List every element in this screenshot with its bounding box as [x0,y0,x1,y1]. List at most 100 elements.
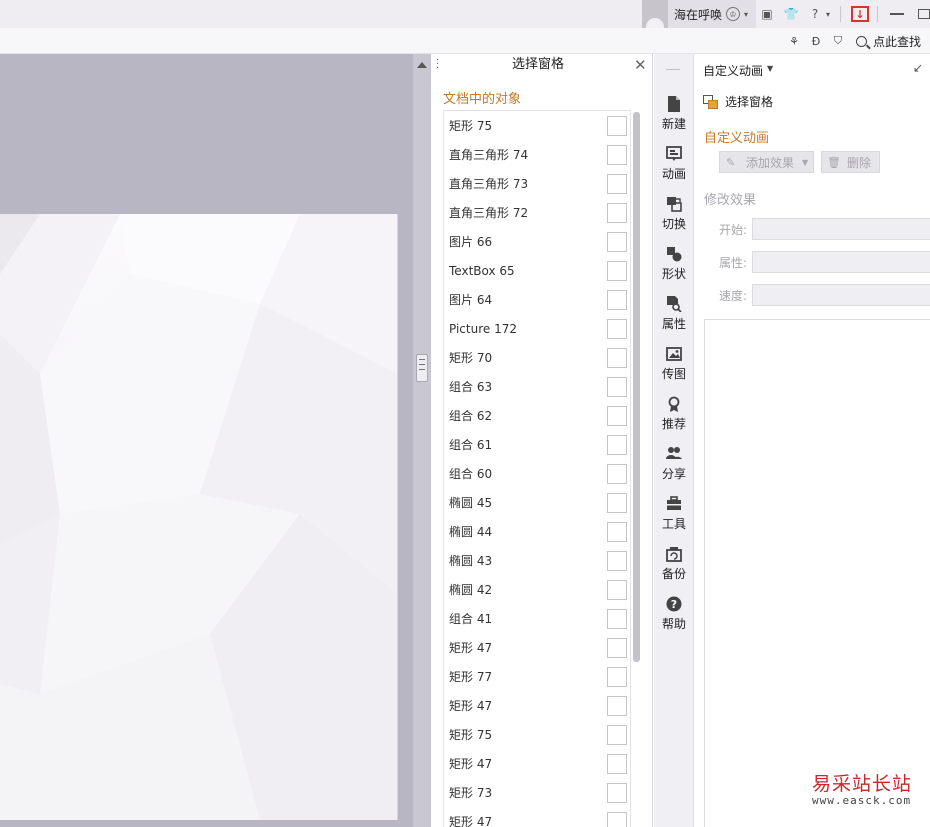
object-name[interactable]: 组合 63 [449,378,492,395]
speed-select[interactable] [752,284,930,306]
skin-shirt-icon[interactable]: 👕 [782,5,800,23]
slide-canvas[interactable] [0,54,413,827]
chevron-down-icon[interactable]: ▾ [742,5,750,23]
add-effect-button[interactable]: ✎ 添加效果 ▼ [719,151,814,173]
selection-pane-button[interactable]: 选择窗格 [703,93,773,110]
visibility-checkbox[interactable] [607,232,627,252]
list-item[interactable]: 椭圆 43 [444,546,630,575]
list-item[interactable]: 图片 64 [444,285,630,314]
visibility-checkbox[interactable] [607,551,627,571]
list-item[interactable]: 矩形 47 [444,691,630,720]
visibility-checkbox[interactable] [607,203,627,223]
list-item[interactable]: 矩形 47 [444,807,630,827]
visibility-checkbox[interactable] [607,783,627,803]
property-select[interactable] [752,251,930,273]
crown-icon[interactable]: ♔ [726,7,741,21]
chevron-down-icon[interactable]: ▼ [767,64,773,73]
list-item[interactable]: 椭圆 42 [444,575,630,604]
visibility-checkbox[interactable] [607,116,627,136]
visibility-checkbox[interactable] [607,290,627,310]
tab-shape[interactable]: 形状 [654,242,694,286]
scroll-up-arrow-icon[interactable] [417,62,427,68]
object-name[interactable]: 矩形 75 [449,117,492,134]
visibility-checkbox[interactable] [607,812,627,827]
list-item[interactable]: 组合 41 [444,604,630,633]
drag-grip-icon[interactable] [666,69,680,70]
pane-title-dropdown[interactable]: 自定义动画 [703,62,763,79]
object-name[interactable]: 组合 41 [449,610,492,627]
list-item[interactable]: 组合 62 [444,401,630,430]
collapse-pane-icon[interactable]: ↙ [913,61,923,75]
format-brush-icon[interactable]: ⚘ [786,35,802,48]
list-item[interactable]: 图片 66 [444,227,630,256]
object-name[interactable]: 组合 62 [449,407,492,424]
list-item[interactable]: 直角三角形 73 [444,169,630,198]
list-item[interactable]: 直角三角形 74 [444,140,630,169]
visibility-checkbox[interactable] [607,377,627,397]
object-name[interactable]: 图片 64 [449,291,492,308]
visibility-checkbox[interactable] [607,464,627,484]
visibility-checkbox[interactable] [607,493,627,513]
list-item[interactable]: 组合 61 [444,430,630,459]
object-name[interactable]: 椭圆 43 [449,552,492,569]
list-item[interactable]: 矩形 47 [444,633,630,662]
visibility-checkbox[interactable] [607,667,627,687]
visibility-checkbox[interactable] [607,754,627,774]
visibility-checkbox[interactable] [607,522,627,542]
close-icon[interactable]: ✕ [634,56,647,74]
tab-help[interactable]: ? 帮助 [654,592,694,636]
animation-effect-list[interactable] [704,319,930,827]
object-name[interactable]: 图片 66 [449,233,492,250]
object-name[interactable]: 组合 61 [449,436,492,453]
object-list-scrollbar[interactable] [633,112,640,662]
visibility-checkbox[interactable] [607,348,627,368]
tab-transition[interactable]: 切换 [654,192,694,236]
user-account[interactable]: 海在呼唤 ♔ ▾ [642,0,757,28]
tab-new[interactable]: 新建 [654,92,694,136]
visibility-checkbox[interactable] [607,261,627,281]
object-name[interactable]: 直角三角形 72 [449,204,528,221]
bookmark-arrow-icon[interactable]: ⛉ [830,34,846,48]
tab-animation[interactable]: 动画 [654,142,694,186]
tab-upload-image[interactable]: 传图 [654,342,694,386]
list-item[interactable]: TextBox 65 [444,256,630,285]
slide-page[interactable] [0,214,398,820]
object-name[interactable]: 矩形 75 [449,726,492,743]
object-name[interactable]: 矩形 77 [449,668,492,685]
list-item[interactable]: 椭圆 45 [444,488,630,517]
list-item[interactable]: 组合 63 [444,372,630,401]
object-name[interactable]: 矩形 73 [449,784,492,801]
list-item[interactable]: 矩形 77 [444,662,630,691]
tab-tools[interactable]: 工具 [654,492,694,536]
tab-recommend[interactable]: 推荐 [654,392,694,436]
list-item[interactable]: Picture 172 [444,314,630,343]
visibility-checkbox[interactable] [607,725,627,745]
list-item[interactable]: 矩形 73 [444,778,630,807]
chevron-down-icon[interactable]: ▾ [824,5,832,23]
download-icon[interactable]: ↓ [851,6,869,22]
visibility-checkbox[interactable] [607,435,627,455]
object-name[interactable]: 矩形 47 [449,697,492,714]
visibility-checkbox[interactable] [607,638,627,658]
search-icon[interactable] [856,35,867,47]
tab-property[interactable]: 属性 [654,292,694,336]
visibility-checkbox[interactable] [607,174,627,194]
avatar[interactable] [642,0,668,28]
object-name[interactable]: 组合 60 [449,465,492,482]
pane-splitter-handle[interactable] [416,354,428,382]
delete-effect-button[interactable]: 🗑 删除 [821,151,880,173]
tab-share[interactable]: 分享 [654,442,694,486]
object-name[interactable]: 椭圆 42 [449,581,492,598]
object-name[interactable]: 椭圆 44 [449,523,492,540]
list-item[interactable]: 直角三角形 72 [444,198,630,227]
list-item[interactable]: 组合 60 [444,459,630,488]
help-icon[interactable]: ? [806,5,824,23]
object-name[interactable]: 直角三角形 73 [449,175,528,192]
visibility-checkbox[interactable] [607,145,627,165]
list-item[interactable]: 矩形 47 [444,749,630,778]
visibility-checkbox[interactable] [607,406,627,426]
list-item[interactable]: 矩形 75 [444,111,630,140]
search-input[interactable]: 点此查找 [873,33,921,50]
list-item[interactable]: 矩形 70 [444,343,630,372]
list-item[interactable]: 矩形 75 [444,720,630,749]
